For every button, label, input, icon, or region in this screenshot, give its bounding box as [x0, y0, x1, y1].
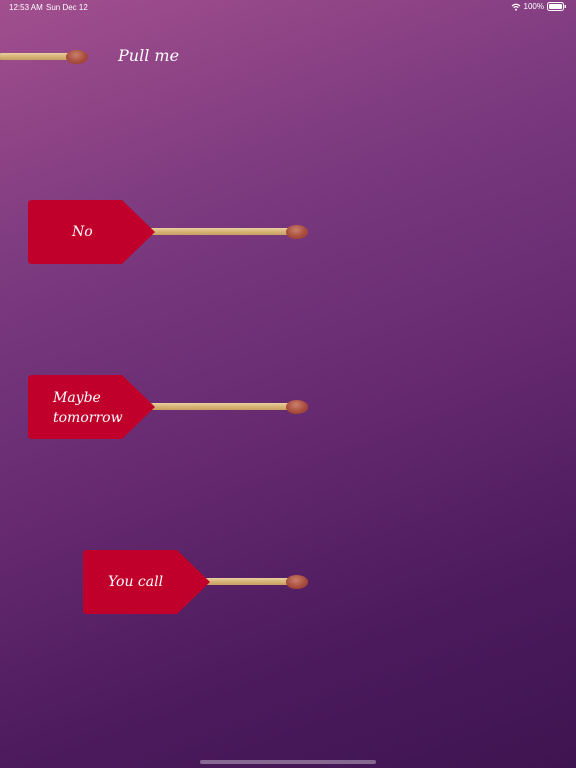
tag-no-label: No [72, 224, 93, 240]
battery-percent: 100% [523, 2, 544, 11]
pull-match-stick[interactable] [0, 53, 72, 60]
match-maybe-stick[interactable] [150, 403, 292, 410]
match-maybe-head[interactable] [286, 400, 308, 414]
tag-maybe-label: Maybe tomorrow [53, 390, 123, 426]
wifi-icon [511, 3, 521, 11]
match-you-call-stick[interactable] [204, 578, 292, 585]
battery-icon [547, 2, 567, 11]
tag-no[interactable]: No [28, 200, 156, 264]
pull-me-label: Pull me [118, 46, 180, 65]
status-time: 12:53 AM [9, 3, 43, 12]
status-date: Sun Dec 12 [46, 3, 88, 12]
home-indicator[interactable] [200, 760, 376, 764]
tag-you-call[interactable]: You call [83, 550, 211, 614]
match-no-head[interactable] [286, 225, 308, 239]
status-bar: 12:53 AM Sun Dec 12 100% [0, 0, 576, 14]
match-no-stick[interactable] [150, 228, 292, 235]
pull-match-head[interactable] [66, 50, 88, 64]
match-you-call-head[interactable] [286, 575, 308, 589]
tag-maybe-tomorrow[interactable]: Maybe tomorrow [28, 375, 156, 439]
tag-you-call-label: You call [108, 574, 164, 590]
status-right: 100% [511, 2, 567, 11]
